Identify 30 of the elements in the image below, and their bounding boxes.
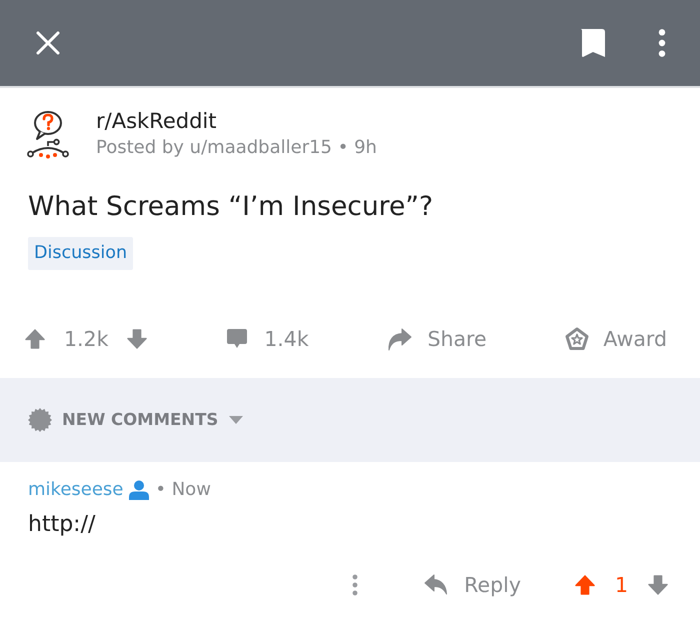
reply-icon (424, 574, 448, 596)
downvote-arrow-icon[interactable] (648, 574, 668, 596)
badge-icon (28, 408, 52, 432)
comment-body: http:// (28, 512, 96, 538)
more-options-icon[interactable] (658, 28, 666, 58)
comment-author[interactable]: mikeseese (28, 478, 124, 502)
more-options-icon[interactable] (352, 574, 358, 596)
subreddit-link[interactable]: r/AskReddit (96, 109, 216, 134)
downvote-arrow-icon[interactable] (127, 328, 148, 350)
close-icon[interactable] (36, 31, 60, 55)
sort-dropdown[interactable]: NEW COMMENTS (28, 408, 244, 432)
award-button[interactable]: Award (565, 326, 667, 352)
comment-icon (226, 328, 248, 350)
person-icon (128, 480, 150, 500)
post-title: What Screams “I’m Insecure”? (28, 190, 434, 223)
subreddit-icon (26, 108, 70, 160)
share-icon (387, 327, 412, 351)
comments-button[interactable]: 1.4k (226, 326, 309, 352)
flair-tag: Discussion (28, 237, 134, 270)
bookmark-icon[interactable] (580, 28, 606, 58)
award-icon (565, 327, 590, 351)
reply-button[interactable]: Reply (424, 572, 521, 598)
share-button[interactable]: Share (387, 326, 487, 352)
vote-count: 1 (614, 572, 628, 598)
upvote-arrow-icon[interactable] (574, 574, 595, 596)
upvote-arrow-icon[interactable] (25, 328, 45, 350)
comment-time: • Now (155, 478, 211, 502)
caret-down-icon (229, 416, 244, 424)
vote-count: 1.2k (64, 327, 108, 351)
post-byline: Posted by u/maadballer15 • 9h (96, 136, 377, 159)
